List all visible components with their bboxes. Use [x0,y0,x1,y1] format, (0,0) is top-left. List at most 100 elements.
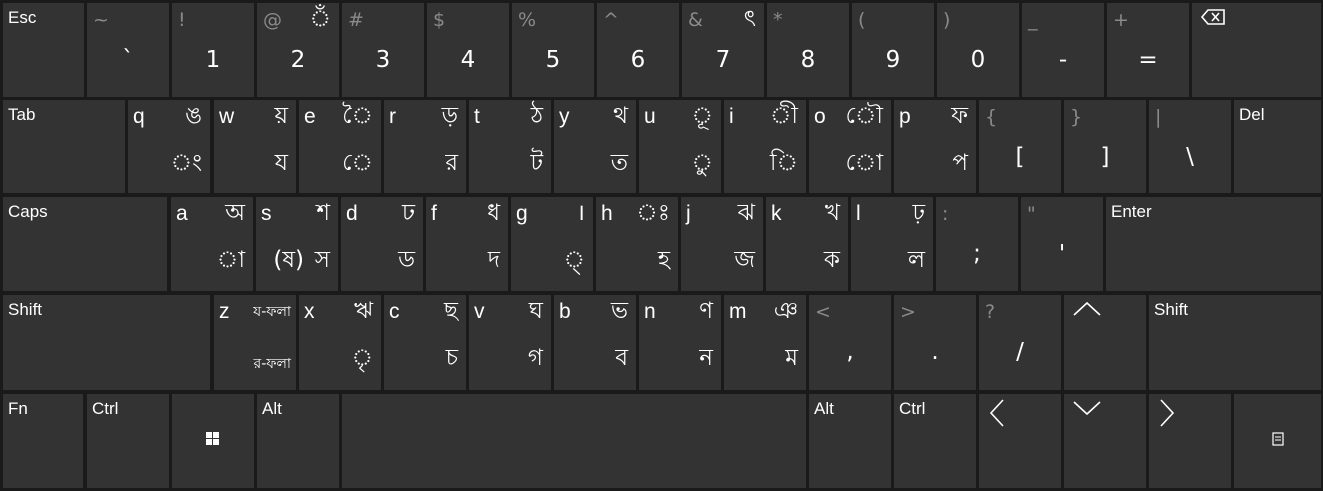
fn-key[interactable]: Fn [2,393,84,489]
main-char: 4 [460,47,476,73]
latin-char: b [559,300,571,323]
arrow-down-key[interactable] [1063,393,1147,489]
shift-char: * [773,9,783,31]
key-d[interactable]: d ঢড [340,196,424,292]
space-bar[interactable] [341,393,807,489]
key-5[interactable]: % 5 [511,2,595,98]
key-c[interactable]: c ছচ [383,294,467,391]
shift-char: $ [433,9,446,31]
shift-char: _ [1028,9,1038,31]
key-j[interactable]: j ঝজ [680,196,764,292]
windows-key[interactable] [171,393,255,489]
key-[[interactable]: {[ [978,99,1062,194]
alt-left-key[interactable]: Alt [256,393,340,489]
key-1[interactable]: ! 1 [171,2,255,98]
key-v[interactable]: v ঘগ [468,294,552,391]
main-char: 9 [885,47,901,73]
key-o[interactable]: oৌো [808,99,892,194]
alt-right-key[interactable]: Alt [808,393,892,489]
latin-char: x [304,300,315,323]
ctrl-left-key[interactable]: Ctrl [86,393,170,489]
bengali-shift-char: ঝ [737,200,755,226]
bengali-char: চ [445,345,458,371]
ctrl-right-key[interactable]: Ctrl [893,393,977,489]
key-,[interactable]: <, [808,294,892,391]
key-7[interactable]: & ৎ 7 [681,2,765,98]
key-6[interactable]: ^ 6 [596,2,680,98]
shift-left-key[interactable]: Shift [2,294,211,391]
arrow-right-key[interactable] [1148,393,1232,489]
key-b[interactable]: b ভব [553,294,637,391]
key-w[interactable]: w য় য [213,99,297,194]
caps-key[interactable]: Caps [2,196,168,292]
key-g[interactable]: g ।্ [510,196,594,292]
arrow-left-key[interactable] [978,393,1062,489]
key-t[interactable]: t ঠট [468,99,552,194]
latin-char: d [346,202,358,225]
key-\[interactable]: | \ [1148,99,1232,194]
del-key[interactable]: Del [1233,99,1322,194]
main-char: 1 [205,47,221,73]
key-;[interactable]: :; [935,196,1019,292]
main-char: = [1138,47,1158,73]
key-x[interactable]: x ঋৃ [298,294,382,391]
key-=[interactable]: + = [1106,2,1190,98]
arrow-up-key[interactable] [1063,294,1147,391]
key-4[interactable]: $4 [426,2,510,98]
latin-char: z [219,300,230,323]
key-p[interactable]: p ফপ [893,99,977,194]
key-n[interactable]: n ণন [638,294,722,391]
key-2[interactable]: @ঁ 2 [256,2,340,98]
enter-key[interactable]: Enter [1105,196,1322,292]
key-q[interactable]: q ঙং [127,99,211,194]
shift-char: ? [985,301,996,323]
key-y[interactable]: y থত [553,99,637,194]
shift-char: & [688,9,703,31]
bengali-char: ব [615,345,628,371]
key-z[interactable]: z য-ফলা র-ফলা [213,294,297,391]
key-/[interactable]: ? / [978,294,1062,391]
main-char: - [1058,47,1068,73]
key-m[interactable]: m ঞম [723,294,807,391]
key-`[interactable]: ~ ` [86,2,170,98]
key-l[interactable]: l ঢ় ল [850,196,934,292]
key-s[interactable]: s শ স (ষ) [255,196,339,292]
shift-char: + [1113,9,1129,31]
shift-char: ! [178,9,186,31]
key-i[interactable]: iীি [723,99,807,194]
key-e[interactable]: eৈে [298,99,382,194]
bengali-shift-char: ণ [699,298,713,324]
bengali-char: ি [769,150,798,176]
shift-char: " [1027,203,1036,225]
main-char: , [846,339,854,365]
arrow-down-icon [1072,398,1102,421]
key-h[interactable]: hঃ হ [595,196,679,292]
menu-key[interactable] [1233,393,1322,489]
key-r[interactable]: r ড় র [383,99,467,194]
fn-label: Fn [8,399,28,418]
key-9[interactable]: (9 [851,2,935,98]
main-char: ' [1058,241,1066,267]
key--[interactable]: _ - [1021,2,1105,98]
key-k[interactable]: k খক [765,196,849,292]
key-.[interactable]: >. [893,294,977,391]
bengali-shift-char: থ [613,103,628,129]
bengali-char: ত [610,150,628,176]
tab-key[interactable]: Tab [2,99,126,194]
key-f[interactable]: f ধদ [425,196,509,292]
key-3[interactable]: #3 [341,2,425,98]
bengali-char: ্ [563,247,585,273]
key-u[interactable]: uূু [638,99,722,194]
shift-right-key[interactable]: Shift [1148,294,1322,391]
key-a[interactable]: a অা [170,196,254,292]
backspace-key[interactable] [1191,2,1322,98]
bengali-char: ট [530,150,543,176]
key-8[interactable]: * 8 [766,2,850,98]
key-0[interactable]: ) 0 [936,2,1020,98]
bengali-char: প [952,150,968,176]
key-][interactable]: }] [1063,99,1147,194]
bengali-char: ু [691,150,713,176]
esc-key[interactable]: Esc [2,2,85,98]
key-'[interactable]: " ' [1020,196,1104,292]
bengali-char: গ [527,345,543,371]
